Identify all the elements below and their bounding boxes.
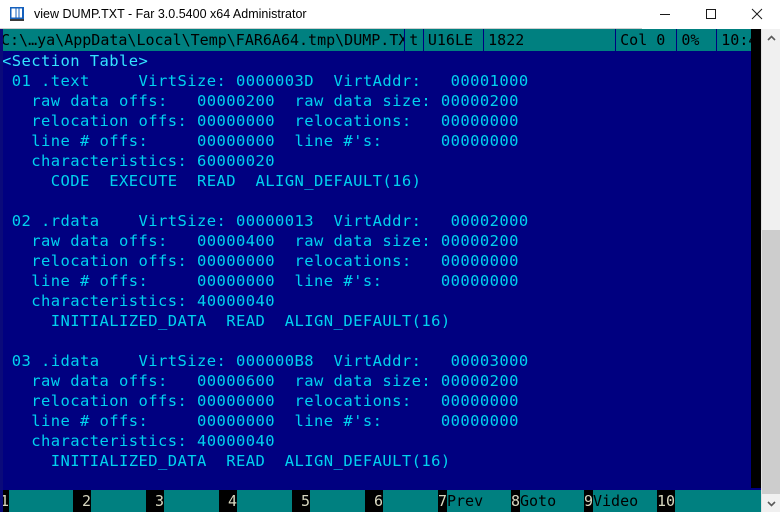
- viewer-line: line # offs: 00000000 line #'s: 00000000: [2, 272, 519, 290]
- function-key-label: Goto: [520, 490, 584, 512]
- function-key-number: 8: [511, 490, 521, 512]
- viewer-line: raw data offs: 00000200 raw data size: 0…: [2, 92, 519, 110]
- viewer-line: line # offs: 00000000 line #'s: 00000000: [2, 412, 519, 430]
- maximize-button[interactable]: [688, 0, 734, 29]
- function-key-number: 3: [146, 490, 164, 512]
- viewer-line: INITIALIZED_DATA READ ALIGN_DEFAULT(16): [2, 452, 451, 470]
- scrollbar-down-button[interactable]: [762, 494, 780, 512]
- function-key-label: [383, 490, 438, 512]
- viewer-line: raw data offs: 00000400 raw data size: 0…: [2, 232, 519, 250]
- viewer-line: raw data offs: 00000600 raw data size: 0…: [2, 372, 519, 390]
- window-scrollbar[interactable]: [761, 29, 780, 512]
- function-key-number: 9: [584, 490, 594, 512]
- function-key-number: 2: [73, 490, 91, 512]
- viewer-line: relocation offs: 00000000 relocations: 0…: [2, 112, 519, 130]
- close-button[interactable]: [734, 0, 780, 29]
- viewer-line: CODE EXECUTE READ ALIGN_DEFAULT(16): [2, 172, 422, 190]
- function-key-label: Video: [593, 490, 657, 512]
- viewer-status-bar: C:\…ya\AppData\Local\Temp\FAR6A64.tmp\DU…: [0, 29, 761, 51]
- viewer-line: characteristics: 40000040: [2, 432, 276, 450]
- title-bar: view DUMP.TXT - Far 3.0.5400 x64 Adminis…: [0, 0, 780, 29]
- function-key-label: Prev: [447, 490, 511, 512]
- status-type-flag: t: [409, 31, 419, 49]
- function-key-number: 6: [365, 490, 383, 512]
- window-title: view DUMP.TXT - Far 3.0.5400 x64 Adminis…: [34, 7, 307, 21]
- viewer-line: characteristics: 40000040: [2, 292, 276, 310]
- function-key-number: 4: [219, 490, 237, 512]
- far-manager-icon: [9, 6, 25, 22]
- viewer-line: relocation offs: 00000000 relocations: 0…: [2, 392, 519, 410]
- function-key-number: 10: [657, 490, 676, 512]
- viewer-line: line # offs: 00000000 line #'s: 00000000: [2, 132, 519, 150]
- minimize-button[interactable]: [642, 0, 688, 29]
- window-controls: [642, 0, 780, 29]
- status-file-size: 1822: [488, 31, 525, 49]
- viewer-line: characteristics: 60000020: [2, 152, 276, 170]
- maximize-icon: [706, 9, 716, 19]
- viewer-line: relocation offs: 00000000 relocations: 0…: [2, 252, 519, 270]
- function-key-f1[interactable]: 1: [0, 490, 73, 512]
- viewer-line: INITIALIZED_DATA READ ALIGN_DEFAULT(16): [2, 312, 451, 330]
- function-key-f2[interactable]: 2: [73, 490, 146, 512]
- viewer-line: <Section Table>: [2, 52, 149, 70]
- console-right-margin-top: [751, 29, 761, 51]
- function-key-bar: 1 2 3 4 5 6 7 Prev 8 Goto 9 Video 10: [0, 490, 761, 512]
- viewer-text-pane[interactable]: <Section Table> 01 .text VirtSize: 00000…: [0, 51, 751, 490]
- viewer-line: 01 .text VirtSize: 0000003D VirtAddr: 00…: [2, 72, 529, 90]
- scrollbar-thumb[interactable]: [762, 230, 780, 494]
- function-key-label: [675, 490, 730, 512]
- function-key-number: 1: [0, 490, 10, 512]
- status-column: Col 0: [620, 31, 666, 49]
- function-key-label: [91, 490, 146, 512]
- viewer-line: 02 .rdata VirtSize: 00000013 VirtAddr: 0…: [2, 212, 529, 230]
- function-key-number: 5: [292, 490, 310, 512]
- close-icon: [751, 8, 763, 20]
- scrollbar-up-button[interactable]: [762, 29, 780, 47]
- viewer-line: 03 .idata VirtSize: 000000B8 VirtAddr: 0…: [2, 352, 529, 370]
- chevron-down-icon: [766, 500, 776, 507]
- function-key-f8[interactable]: 8 Goto: [511, 490, 584, 512]
- function-key-f6[interactable]: 6: [365, 490, 438, 512]
- console-right-margin: [751, 51, 761, 512]
- function-key-label: [9, 490, 73, 512]
- function-key-f9[interactable]: 9 Video: [584, 490, 657, 512]
- function-key-f7[interactable]: 7 Prev: [438, 490, 511, 512]
- function-key-number: 7: [438, 490, 448, 512]
- function-key-bar-tail: [730, 490, 761, 512]
- console-area: C:\…ya\AppData\Local\Temp\FAR6A64.tmp\DU…: [0, 29, 780, 512]
- function-key-label: [310, 490, 365, 512]
- function-key-f4[interactable]: 4: [219, 490, 292, 512]
- status-percent: 0%: [681, 31, 700, 49]
- minimize-icon: [660, 14, 670, 15]
- status-file-path: C:\…ya\AppData\Local\Temp\FAR6A64.tmp\DU…: [1, 31, 405, 49]
- function-key-label: [237, 490, 292, 512]
- function-key-f10[interactable]: 10: [657, 490, 730, 512]
- function-key-f3[interactable]: 3: [146, 490, 219, 512]
- far-manager-viewer-window: view DUMP.TXT - Far 3.0.5400 x64 Adminis…: [0, 0, 780, 512]
- chevron-up-icon: [766, 34, 776, 41]
- status-encoding[interactable]: U16LE: [424, 29, 483, 51]
- function-key-label: [164, 490, 219, 512]
- function-key-f5[interactable]: 5: [292, 490, 365, 512]
